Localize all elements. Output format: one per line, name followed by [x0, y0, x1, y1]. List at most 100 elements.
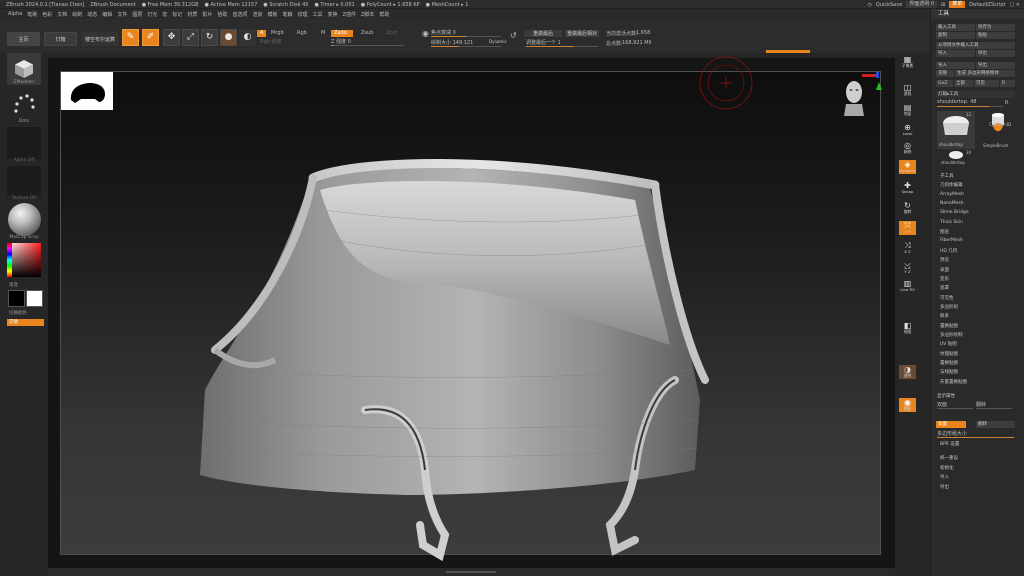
right-shelf-button[interactable]: ⤩ Y Z [899, 261, 916, 275]
lightbox-button[interactable]: 灯箱 [44, 32, 77, 46]
tool-menu-item[interactable]: 多边形绘制 [940, 332, 963, 338]
tool-menu-item[interactable]: 纹理贴图 [940, 351, 958, 357]
tool-bottom-item[interactable]: 统一重设 [940, 455, 958, 461]
goz-all-button[interactable]: 全部 [954, 80, 973, 87]
right-shelf-button[interactable]: ◈ Dynamic [899, 160, 916, 174]
bottom-tray-handle[interactable] [446, 571, 496, 573]
focal-shift-icon[interactable]: ◉ [422, 29, 429, 38]
import-button-2[interactable]: 导入 [936, 62, 975, 69]
tool-thumb-cylinder[interactable]: Cylinder3D SimpleBrush [979, 111, 1017, 149]
lightbox-tools-button[interactable]: 灯箱▸工具 [936, 91, 1015, 98]
stroke-thumb[interactable] [7, 90, 41, 120]
goz-visible-button[interactable]: 可见 [974, 80, 999, 87]
right-shelf-button[interactable]: ⤨ X Z [899, 241, 916, 255]
scale-button[interactable]: ⤢ [182, 29, 199, 46]
tool-menu-item[interactable]: 置换贴图 [940, 323, 958, 329]
tool-thumb-shouldertop-2[interactable]: 34 shouldertop [937, 150, 975, 168]
redo-icon[interactable]: ↺ [510, 31, 517, 40]
menu-item[interactable]: Alpha [8, 11, 22, 18]
tool-menu-item[interactable]: 法线贴图 [940, 369, 958, 375]
right-shelf-button[interactable]: ◉ 独显 [899, 398, 916, 412]
right-shelf-button[interactable]: ◎ 轴线 [899, 141, 916, 155]
tool-menu-item[interactable]: Slime Bridge [940, 210, 969, 215]
tool-menu-item[interactable]: 可见性 [940, 295, 954, 301]
bpr-settings[interactable]: BPR 设置 [940, 441, 959, 447]
menu-item[interactable]: Z插件 [343, 11, 356, 18]
menu-item[interactable]: 笔刷 [27, 11, 37, 18]
material-swatch-button[interactable]: ● [220, 29, 237, 46]
menu-item[interactable]: 工具 [313, 11, 323, 18]
quicksave-button[interactable]: QuickSave [876, 2, 902, 8]
make-polymesh-button[interactable]: 生成 多边形网格物体 [955, 70, 1015, 77]
menu-item[interactable]: 动态 [87, 11, 97, 18]
tool-menu-item[interactable]: 子工具 [940, 173, 954, 179]
menu-item[interactable]: 材质 [187, 11, 197, 18]
material-thumb[interactable] [8, 203, 41, 236]
right-shelf-button[interactable]: ▤ 地面 [899, 103, 916, 117]
menu-item[interactable]: 变换 [328, 11, 338, 18]
import-button[interactable]: 导入 [936, 50, 975, 57]
menu-item[interactable]: 灯光 [147, 11, 157, 18]
flip-slider[interactable]: 翻转 [976, 401, 1012, 409]
menu-item[interactable]: 标记 [172, 11, 182, 18]
menu-item[interactable]: 文档 [57, 11, 67, 18]
menu-item[interactable]: 图层 [132, 11, 142, 18]
tool-menu-item[interactable]: UV 贴图 [940, 341, 957, 347]
menu-item[interactable]: 拾取 [217, 11, 227, 18]
menu-item[interactable]: 宏 [162, 11, 167, 18]
copy-tool-button[interactable]: 复制 [936, 32, 975, 39]
menu-item[interactable]: 渲染 [252, 11, 262, 18]
zcut-toggle[interactable]: Zcut [383, 30, 400, 37]
export-button[interactable]: 导出 [976, 50, 1015, 57]
redo-last-relative-button[interactable]: 重做最后相对 [565, 30, 599, 37]
mrgb-toggle[interactable]: Mrgb [268, 30, 287, 37]
sphere-button[interactable]: ◐ [239, 29, 256, 46]
move-button[interactable]: ✥ [163, 29, 180, 46]
tool-bottom-item[interactable]: 导入 [940, 474, 949, 480]
tool-menu-item[interactable]: 几何体编辑 [940, 182, 963, 188]
goz-button[interactable]: GoZ [936, 80, 953, 87]
tool-menu-item[interactable]: 遮罩 [940, 285, 949, 291]
right-shelf-button[interactable]: ⤧ X Y [899, 221, 916, 235]
texture-thumb[interactable] [7, 166, 41, 196]
goz-r-button[interactable]: R [1000, 80, 1015, 87]
navigation-circle[interactable] [693, 55, 759, 111]
paste-tool-button[interactable]: 粘贴 [976, 32, 1015, 39]
tool-panel-title[interactable]: 工具 [931, 9, 1024, 19]
menu-item[interactable]: 纹理 [298, 11, 308, 18]
hue-strip[interactable] [7, 243, 12, 277]
tool-menu-item[interactable]: NanoMesh [940, 201, 964, 206]
draw-button[interactable]: ✐ [142, 29, 159, 46]
tool-menu-item[interactable]: 置换贴图 [940, 360, 958, 366]
right-shelf-button[interactable]: ↻ 旋转 [899, 201, 916, 215]
right-shelf-button[interactable]: ✚ Ssnap [899, 181, 916, 195]
zsub-toggle[interactable]: Zsub [358, 30, 376, 37]
tool-menu-item[interactable]: 变形 [940, 276, 949, 282]
quick-save-icon[interactable]: ◷ [867, 2, 871, 8]
right-shelf-button[interactable]: ▦ 子像素 [899, 55, 916, 69]
current-tool-r[interactable]: R [1005, 100, 1008, 106]
rotate-button[interactable]: ↻ [201, 29, 218, 46]
menu-item[interactable]: 帮助 [379, 11, 389, 18]
shelf-scroll-indicator[interactable] [766, 50, 810, 53]
menu-item[interactable]: 色彩 [42, 11, 52, 18]
double-slider[interactable]: 双面 [937, 401, 973, 409]
m-toggle[interactable]: M [318, 30, 328, 37]
tool-menu-item[interactable]: 表面 [940, 267, 949, 273]
tool-menu-item[interactable]: FiberMesh [940, 238, 963, 243]
tool-menu-item[interactable]: ArrayMesh [940, 192, 964, 197]
menu-item[interactable]: 文件 [117, 11, 127, 18]
right-shelf-button[interactable]: ◑ 透明 [899, 365, 916, 379]
menu-item[interactable]: 编辑 [102, 11, 112, 18]
tool-thumb-shouldertop[interactable]: 12 shouldertop [937, 111, 975, 149]
menu-item[interactable]: 影片 [202, 11, 212, 18]
load-tool-button[interactable]: 载入工具 [936, 24, 975, 31]
transparency-icon[interactable]: ⊞ [941, 2, 945, 8]
menu-button[interactable]: 菜单 [949, 1, 966, 8]
tool-menu-item[interactable]: 矢量置换贴图 [940, 379, 967, 385]
alpha-thumb[interactable] [7, 127, 41, 159]
tool-menu-item[interactable]: 图层 [940, 229, 949, 235]
shoulder-mesh[interactable] [195, 150, 735, 570]
secondary-color-swatch[interactable] [8, 290, 25, 307]
zadd-toggle[interactable]: Zadd [331, 30, 353, 37]
